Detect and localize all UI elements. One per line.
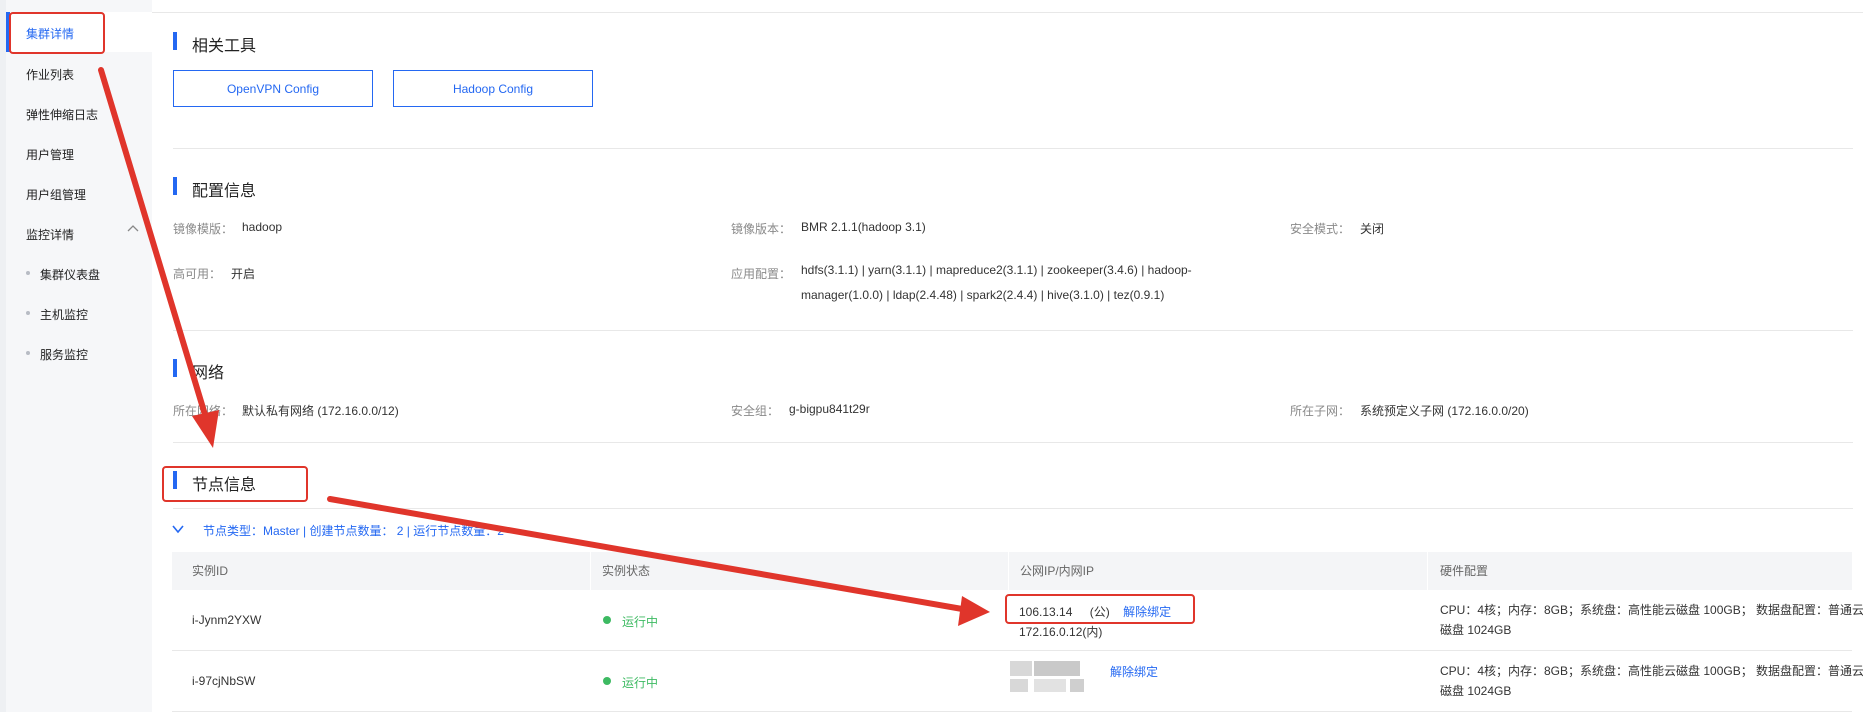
bullet-dot [26, 311, 30, 315]
instance-id: i-Jynm2YXW [192, 613, 262, 627]
sidebar-subitem-service-monitoring[interactable]: 服务监控 [40, 346, 88, 363]
image-version-value: BMR 2.1.1(hadoop 3.1) [801, 220, 926, 234]
annotation-box-public-ip [1005, 594, 1195, 624]
section-title-network: 网络 [192, 365, 225, 382]
sidebar-edge [0, 0, 6, 712]
column-header-instance-id: 实例ID [192, 564, 229, 578]
sidebar-subitem-cluster-dashboard[interactable]: 集群仪表盘 [40, 266, 100, 283]
security-group-label: 安全组： [731, 404, 780, 418]
high-availability-value: 开启 [231, 267, 256, 281]
column-separator [590, 552, 591, 590]
node-group-summary[interactable]: 节点类型：Master | 创建节点数量： 2 | 运行节点数量：2 [203, 522, 504, 539]
divider [173, 442, 1853, 443]
column-header-status: 实例状态 [602, 564, 651, 578]
app-config-label: 应用配置： [731, 267, 792, 281]
scrollbar-edge [1863, 0, 1867, 712]
subnet-value: 系统预定义子网 (172.16.0.0/20) [1360, 404, 1529, 418]
sidebar-item-job-list[interactable]: 作业列表 [26, 66, 74, 83]
hadoop-config-button[interactable]: Hadoop Config [393, 70, 593, 107]
status-text: 运行中 [622, 676, 659, 690]
column-header-ip: 公网IP/内网IP [1020, 564, 1095, 578]
column-separator [1427, 552, 1428, 590]
section-marker [173, 32, 177, 50]
redacted-ip [1034, 679, 1066, 692]
subnet-label: 所在子网： [1290, 404, 1351, 418]
divider [152, 12, 1867, 13]
instance-id: i-97cjNbSW [192, 674, 256, 688]
redacted-ip [1010, 679, 1028, 692]
status-running-dot [603, 616, 611, 624]
security-group-value: g-bigpu841t29r [789, 402, 870, 416]
hardware-config: CPU：4核；内存：8GB；系统盘：高性能云磁盘 100GB； 数据盘配置：普通… [1440, 603, 1865, 637]
table-row: i-97cjNbSW 运行中 解除绑定 CPU：4核；内存：8GB；系统盘：高性… [172, 651, 1864, 712]
section-title-tools: 相关工具 [192, 38, 257, 55]
column-header-hardware: 硬件配置 [1440, 564, 1489, 578]
bullet-dot [26, 271, 30, 275]
redacted-ip [1034, 661, 1080, 676]
redacted-ip [1010, 661, 1032, 676]
sidebar-item-usergroup-management[interactable]: 用户组管理 [26, 186, 86, 203]
hardware-config: CPU：4核；内存：8GB；系统盘：高性能云磁盘 100GB； 数据盘配置：普通… [1440, 664, 1865, 698]
app-config-value: hdfs(3.1.1) | yarn(3.1.1) | mapreduce2(3… [801, 263, 1192, 302]
unbind-link[interactable]: 解除绑定 [1110, 663, 1158, 680]
divider [173, 148, 1853, 149]
image-template-value: hadoop [242, 220, 283, 234]
security-mode-label: 安全模式： [1290, 222, 1351, 236]
image-version-label: 镜像版本： [731, 222, 792, 236]
section-marker [173, 359, 177, 377]
security-mode-value: 关闭 [1360, 222, 1385, 236]
private-ip: 172.16.0.12(内) [1019, 625, 1103, 639]
divider [173, 330, 1853, 331]
column-separator [1008, 552, 1009, 590]
sidebar-subitem-host-monitoring[interactable]: 主机监控 [40, 306, 88, 323]
chevron-down-icon[interactable] [172, 524, 184, 534]
sidebar-item-autoscaling-log[interactable]: 弹性伸缩日志 [26, 106, 98, 123]
status-running-dot [603, 677, 611, 685]
redacted-ip [1070, 679, 1084, 692]
image-template-label: 镜像模版： [173, 222, 234, 236]
chevron-up-icon[interactable] [127, 224, 139, 232]
sidebar-item-user-management[interactable]: 用户管理 [26, 146, 74, 163]
vpc-value: 默认私有网络 (172.16.0.0/12) [242, 404, 399, 418]
sidebar-item-monitoring[interactable]: 监控详情 [26, 226, 74, 243]
bullet-dot [26, 351, 30, 355]
vpc-label: 所在网络： [173, 404, 234, 418]
openvpn-config-button[interactable]: OpenVPN Config [173, 70, 373, 107]
sidebar: 集群详情 作业列表 弹性伸缩日志 用户管理 用户组管理 监控详情 集群仪表盘 主… [0, 0, 152, 712]
section-marker [173, 177, 177, 195]
section-title-config: 配置信息 [192, 183, 257, 200]
status-text: 运行中 [622, 615, 659, 629]
annotation-box-node-info [162, 466, 308, 502]
annotation-box-cluster-detail [9, 12, 105, 54]
table-header: 实例ID 实例状态 公网IP/内网IP 硬件配置 [172, 552, 1852, 590]
divider [173, 508, 1853, 509]
high-availability-label: 高可用： [173, 267, 222, 281]
